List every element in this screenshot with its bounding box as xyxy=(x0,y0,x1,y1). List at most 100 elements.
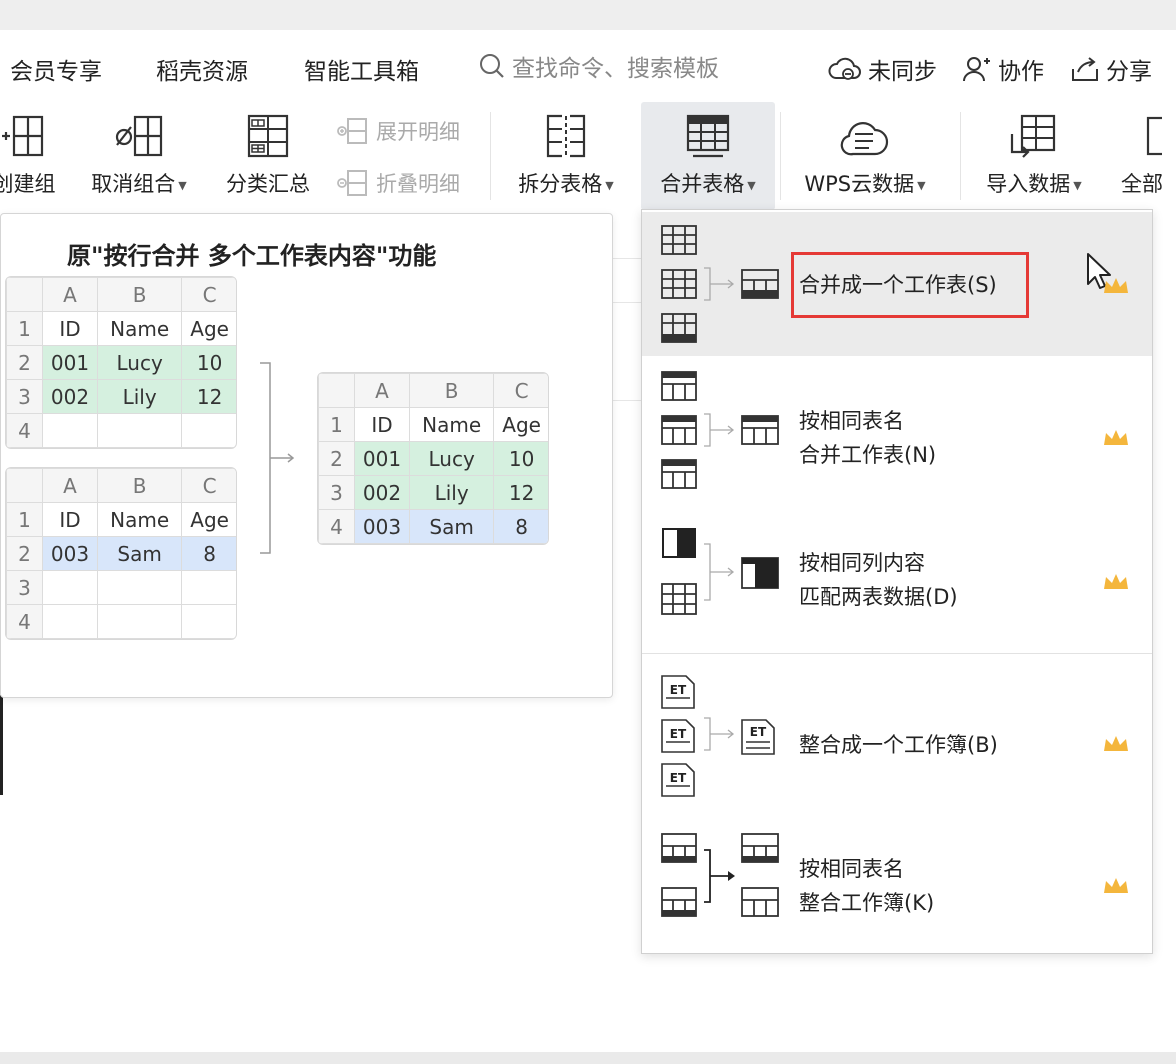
row-number: 2 xyxy=(318,441,355,476)
toolbar-separator xyxy=(780,112,781,200)
ungroup-icon xyxy=(115,115,163,157)
col-header: A xyxy=(353,373,411,408)
crown-icon xyxy=(1104,878,1128,893)
cell: 001 xyxy=(353,441,411,476)
menu-bar: 会员专享 稻壳资源 智能工具箱 查找命令、搜索模板 未同步 协作 分享 xyxy=(0,30,1176,102)
window-top-strip xyxy=(0,0,1176,30)
highlight-box xyxy=(791,252,1029,318)
cell: 12 xyxy=(493,475,548,510)
search-placeholder: 查找命令、搜索模板 xyxy=(512,56,719,82)
menu-item-label-line1: 按相同表名 xyxy=(799,409,904,433)
menu-item-label-line2: 整合工作簿(K) xyxy=(799,891,935,915)
cell: Lily xyxy=(409,475,495,510)
menu-member[interactable]: 会员专享 xyxy=(10,52,102,86)
menu-item-merge-by-sheet-name[interactable]: 按相同表名 合并工作表(N) xyxy=(642,360,1152,500)
import-data-label: 导入数据 xyxy=(986,172,1071,196)
crown-icon xyxy=(1104,736,1128,751)
menu-docer[interactable]: 稻壳资源 xyxy=(156,52,248,86)
collapse-detail-button[interactable]: 折叠明细 xyxy=(336,168,460,198)
row-number: 4 xyxy=(6,413,43,448)
share-icon xyxy=(1072,57,1098,81)
cell: Age xyxy=(181,311,236,346)
col-header: B xyxy=(97,468,183,503)
menu-item-merge-into-one-workbook[interactable]: ET ET ET ET 整合成一个工作簿(B) xyxy=(642,662,1152,804)
col-header: C xyxy=(181,277,236,312)
cell: Sam xyxy=(409,509,495,544)
menu-item-match-two-tables[interactable]: 按相同列内容 匹配两表数据(D) xyxy=(642,504,1152,646)
search-box[interactable]: 查找命令、搜索模板 xyxy=(478,50,719,82)
crown-icon xyxy=(1104,574,1128,589)
feature-tooltip: 原"按行合并 多个工作表内容"功能 ABC 1 ID Name Age 2 001 Luc… xyxy=(0,213,613,698)
menu-item-label-line1: 按相同列内容 xyxy=(799,551,925,575)
menu-item-label-line1: 按相同表名 xyxy=(799,857,904,881)
cell xyxy=(181,604,236,639)
cell xyxy=(181,570,236,605)
caret-down-icon: ▼ xyxy=(747,178,756,192)
row-number: 1 xyxy=(318,407,355,442)
cell: Age xyxy=(181,502,236,537)
import-data-button[interactable]: 导入数据 ▼ xyxy=(972,102,1096,210)
cell: 8 xyxy=(181,536,236,571)
expand-detail-button[interactable]: 展开明细 xyxy=(336,116,460,146)
split-table-button[interactable]: 拆分表格 ▼ xyxy=(506,102,626,210)
cell xyxy=(97,604,183,639)
tooltip-title: 原"按行合并 多个工作表内容"功能 xyxy=(67,242,437,270)
toolbar-separator xyxy=(490,112,491,200)
sync-status[interactable]: 未同步 xyxy=(828,52,937,86)
subtotal-button[interactable]: 分类汇总 xyxy=(216,102,320,210)
row-number: 4 xyxy=(6,604,43,639)
menu-smart-toolbox[interactable]: 智能工具箱 xyxy=(304,52,419,86)
cell: Lily xyxy=(97,379,183,414)
ungroup-button[interactable]: 取消组合 ▼ xyxy=(82,102,196,210)
row-number: 1 xyxy=(6,311,43,346)
share-button[interactable]: 分享 xyxy=(1070,52,1152,86)
cell: ID xyxy=(41,311,99,346)
cell xyxy=(181,413,236,448)
menu-item-merge-workbook-by-name[interactable]: 按相同表名 整合工作簿(K) xyxy=(642,808,1152,948)
cell: 003 xyxy=(41,536,99,571)
group-icon xyxy=(2,115,44,157)
wps-cloud-label: WPS云数据 xyxy=(804,172,915,196)
et-label: ET xyxy=(670,727,687,741)
cell: ID xyxy=(41,502,99,537)
merge-bracket-icon xyxy=(260,362,295,554)
et-label: ET xyxy=(670,771,687,785)
cell: 12 xyxy=(181,379,236,414)
col-header: B xyxy=(409,373,495,408)
expand-detail-label: 展开明细 xyxy=(376,120,460,144)
cell xyxy=(41,413,99,448)
search-icon xyxy=(480,54,504,78)
merge-table-button[interactable]: 合并表格 ▼ xyxy=(641,102,775,210)
expand-icon xyxy=(337,118,367,144)
col-header: C xyxy=(181,468,236,503)
col-header: A xyxy=(41,277,99,312)
cell: Name xyxy=(97,502,183,537)
cell xyxy=(41,570,99,605)
cell: Lucy xyxy=(409,441,495,476)
workbook-merge-icon: ET ET ET ET xyxy=(661,675,775,797)
example-table-2: ABC 1 ID Name Age 2 003 Sam 8 3 4 xyxy=(5,467,237,640)
wps-cloud-data-button[interactable]: WPS云数据 ▼ xyxy=(790,102,940,210)
create-group-button[interactable]: 创建组 xyxy=(0,102,62,210)
share-label: 分享 xyxy=(1106,59,1152,85)
ribbon-toolbar: 创建组 取消组合 ▼ 分类汇总 展开明细 折叠明细 拆分表格 ▼ 合并表格 ▼ WPS… xyxy=(0,102,1176,210)
create-group-label: 创建组 xyxy=(0,172,56,196)
crown-icon xyxy=(1104,278,1128,293)
example-result-table: ABC 1 ID Name Age 2 001 Lucy 10 3 002 Lily 12 4 00… xyxy=(317,372,549,545)
collab-button[interactable]: 协作 xyxy=(962,52,1044,86)
merge-table-icon xyxy=(686,114,730,158)
merge-table-dropdown: 合并成一个工作表(S) 按相同表名 合并工作表(N) 按相同列内容 匹配两表数据… xyxy=(641,209,1153,954)
crown-icon xyxy=(1104,430,1128,445)
row-number: 3 xyxy=(318,475,355,510)
collab-label: 协作 xyxy=(998,59,1044,85)
subtotal-icon xyxy=(247,114,289,158)
menu-separator xyxy=(642,653,1152,654)
et-label: ET xyxy=(670,683,687,697)
refresh-all-icon xyxy=(1146,116,1162,156)
merge-by-name-icon xyxy=(661,371,779,489)
menu-item-merge-into-one-sheet[interactable]: 合并成一个工作表(S) xyxy=(642,212,1152,356)
all-button[interactable]: 全部 xyxy=(1108,102,1176,210)
workbook-by-name-icon xyxy=(661,833,779,917)
cell: 002 xyxy=(41,379,99,414)
cloud-data-icon xyxy=(840,122,889,156)
